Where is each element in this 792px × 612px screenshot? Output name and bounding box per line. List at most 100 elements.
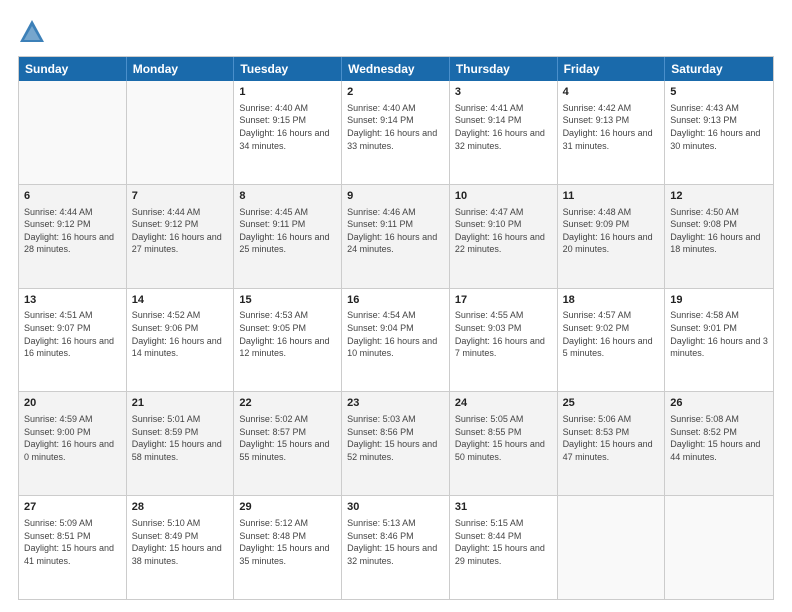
day-number: 16 [347,293,444,308]
calendar-cell: 21 Sunrise: 5:01 AM Sunset: 8:59 PM Dayli… [127,392,235,495]
calendar-cell: 1 Sunrise: 4:40 AM Sunset: 9:15 PM Daylig… [234,81,342,184]
day-number: 28 [132,500,229,515]
day-number: 3 [455,85,552,100]
calendar-cell: 23 Sunrise: 5:03 AM Sunset: 8:56 PM Dayli… [342,392,450,495]
day-detail: Sunrise: 5:15 AM Sunset: 8:44 PM Dayligh… [455,517,552,567]
day-number: 21 [132,396,229,411]
day-number: 8 [239,189,336,204]
calendar-cell: 8 Sunrise: 4:45 AM Sunset: 9:11 PM Daylig… [234,185,342,288]
day-number: 30 [347,500,444,515]
calendar-cell: 30 Sunrise: 5:13 AM Sunset: 8:46 PM Dayli… [342,496,450,599]
calendar-cell: 6 Sunrise: 4:44 AM Sunset: 9:12 PM Daylig… [19,185,127,288]
calendar-cell [665,496,773,599]
calendar-cell: 10 Sunrise: 4:47 AM Sunset: 9:10 PM Dayli… [450,185,558,288]
page: SundayMondayTuesdayWednesdayThursdayFrid… [0,0,792,612]
day-detail: Sunrise: 4:40 AM Sunset: 9:15 PM Dayligh… [239,102,336,152]
day-detail: Sunrise: 4:48 AM Sunset: 9:09 PM Dayligh… [563,206,660,256]
day-detail: Sunrise: 4:46 AM Sunset: 9:11 PM Dayligh… [347,206,444,256]
day-number: 22 [239,396,336,411]
day-detail: Sunrise: 4:52 AM Sunset: 9:06 PM Dayligh… [132,309,229,359]
calendar-cell: 22Sunrise: 5:02 AM Sunset: 8:57 PM Dayli… [234,392,342,495]
day-detail: Sunrise: 4:40 AM Sunset: 9:14 PM Dayligh… [347,102,444,152]
calendar-week-row: 1 Sunrise: 4:40 AM Sunset: 9:15 PM Daylig… [19,81,773,184]
calendar-cell: 31 Sunrise: 5:15 AM Sunset: 8:44 PM Dayli… [450,496,558,599]
day-number: 11 [563,189,660,204]
day-number: 29 [239,500,336,515]
day-detail: Sunrise: 4:55 AM Sunset: 9:03 PM Dayligh… [455,309,552,359]
day-number: 4 [563,85,660,100]
day-number: 1 [239,85,336,100]
calendar-cell: 11 Sunrise: 4:48 AM Sunset: 9:09 PM Dayli… [558,185,666,288]
calendar-week-row: 6 Sunrise: 4:44 AM Sunset: 9:12 PM Daylig… [19,184,773,288]
day-detail: Sunrise: 5:13 AM Sunset: 8:46 PM Dayligh… [347,517,444,567]
calendar-header-day: Thursday [450,57,558,81]
day-detail: Sunrise: 4:44 AM Sunset: 9:12 PM Dayligh… [132,206,229,256]
calendar-cell: 14Sunrise: 4:52 AM Sunset: 9:06 PM Dayli… [127,289,235,392]
calendar-cell: 27 Sunrise: 5:09 AM Sunset: 8:51 PM Dayli… [19,496,127,599]
calendar-cell: 5 Sunrise: 4:43 AM Sunset: 9:13 PM Daylig… [665,81,773,184]
day-detail: Sunrise: 4:51 AM Sunset: 9:07 PM Dayligh… [24,309,121,359]
day-number: 18 [563,293,660,308]
calendar-cell: 13Sunrise: 4:51 AM Sunset: 9:07 PM Dayli… [19,289,127,392]
calendar-header: SundayMondayTuesdayWednesdayThursdayFrid… [19,57,773,81]
calendar-cell: 2 Sunrise: 4:40 AM Sunset: 9:14 PM Daylig… [342,81,450,184]
day-detail: Sunrise: 5:05 AM Sunset: 8:55 PM Dayligh… [455,413,552,463]
day-detail: Sunrise: 5:06 AM Sunset: 8:53 PM Dayligh… [563,413,660,463]
day-detail: Sunrise: 5:03 AM Sunset: 8:56 PM Dayligh… [347,413,444,463]
day-detail: Sunrise: 4:47 AM Sunset: 9:10 PM Dayligh… [455,206,552,256]
calendar-cell: 12Sunrise: 4:50 AM Sunset: 9:08 PM Dayli… [665,185,773,288]
calendar-cell: 16Sunrise: 4:54 AM Sunset: 9:04 PM Dayli… [342,289,450,392]
day-detail: Sunrise: 4:57 AM Sunset: 9:02 PM Dayligh… [563,309,660,359]
header [18,18,774,46]
day-detail: Sunrise: 4:42 AM Sunset: 9:13 PM Dayligh… [563,102,660,152]
day-detail: Sunrise: 4:45 AM Sunset: 9:11 PM Dayligh… [239,206,336,256]
day-number: 27 [24,500,121,515]
day-detail: Sunrise: 4:44 AM Sunset: 9:12 PM Dayligh… [24,206,121,256]
calendar-cell: 7 Sunrise: 4:44 AM Sunset: 9:12 PM Daylig… [127,185,235,288]
day-detail: Sunrise: 4:58 AM Sunset: 9:01 PM Dayligh… [670,309,768,359]
day-number: 10 [455,189,552,204]
calendar-cell: 26Sunrise: 5:08 AM Sunset: 8:52 PM Dayli… [665,392,773,495]
day-number: 2 [347,85,444,100]
day-detail: Sunrise: 4:54 AM Sunset: 9:04 PM Dayligh… [347,309,444,359]
calendar-header-day: Friday [558,57,666,81]
day-number: 13 [24,293,121,308]
calendar: SundayMondayTuesdayWednesdayThursdayFrid… [18,56,774,600]
day-number: 7 [132,189,229,204]
logo [18,18,50,46]
day-number: 31 [455,500,552,515]
day-number: 12 [670,189,768,204]
calendar-cell: 24 Sunrise: 5:05 AM Sunset: 8:55 PM Dayli… [450,392,558,495]
day-detail: Sunrise: 5:01 AM Sunset: 8:59 PM Dayligh… [132,413,229,463]
day-number: 6 [24,189,121,204]
day-number: 26 [670,396,768,411]
calendar-cell: 9 Sunrise: 4:46 AM Sunset: 9:11 PM Daylig… [342,185,450,288]
calendar-header-day: Saturday [665,57,773,81]
day-detail: Sunrise: 5:09 AM Sunset: 8:51 PM Dayligh… [24,517,121,567]
calendar-cell: 25 Sunrise: 5:06 AM Sunset: 8:53 PM Dayli… [558,392,666,495]
day-number: 17 [455,293,552,308]
logo-icon [18,18,46,46]
day-detail: Sunrise: 5:10 AM Sunset: 8:49 PM Dayligh… [132,517,229,567]
calendar-header-day: Monday [127,57,235,81]
day-detail: Sunrise: 4:41 AM Sunset: 9:14 PM Dayligh… [455,102,552,152]
day-number: 24 [455,396,552,411]
day-number: 25 [563,396,660,411]
calendar-cell: 29Sunrise: 5:12 AM Sunset: 8:48 PM Dayli… [234,496,342,599]
calendar-header-day: Tuesday [234,57,342,81]
calendar-cell: 15Sunrise: 4:53 AM Sunset: 9:05 PM Dayli… [234,289,342,392]
calendar-cell [558,496,666,599]
calendar-header-day: Sunday [19,57,127,81]
day-detail: Sunrise: 4:59 AM Sunset: 9:00 PM Dayligh… [24,413,121,463]
calendar-cell: 28 Sunrise: 5:10 AM Sunset: 8:49 PM Dayli… [127,496,235,599]
calendar-week-row: 13Sunrise: 4:51 AM Sunset: 9:07 PM Dayli… [19,288,773,392]
calendar-cell: 3 Sunrise: 4:41 AM Sunset: 9:14 PM Daylig… [450,81,558,184]
day-number: 15 [239,293,336,308]
day-number: 23 [347,396,444,411]
calendar-cell: 4 Sunrise: 4:42 AM Sunset: 9:13 PM Daylig… [558,81,666,184]
day-number: 9 [347,189,444,204]
calendar-cell [127,81,235,184]
day-detail: Sunrise: 4:43 AM Sunset: 9:13 PM Dayligh… [670,102,768,152]
day-number: 5 [670,85,768,100]
calendar-week-row: 27 Sunrise: 5:09 AM Sunset: 8:51 PM Dayli… [19,495,773,599]
